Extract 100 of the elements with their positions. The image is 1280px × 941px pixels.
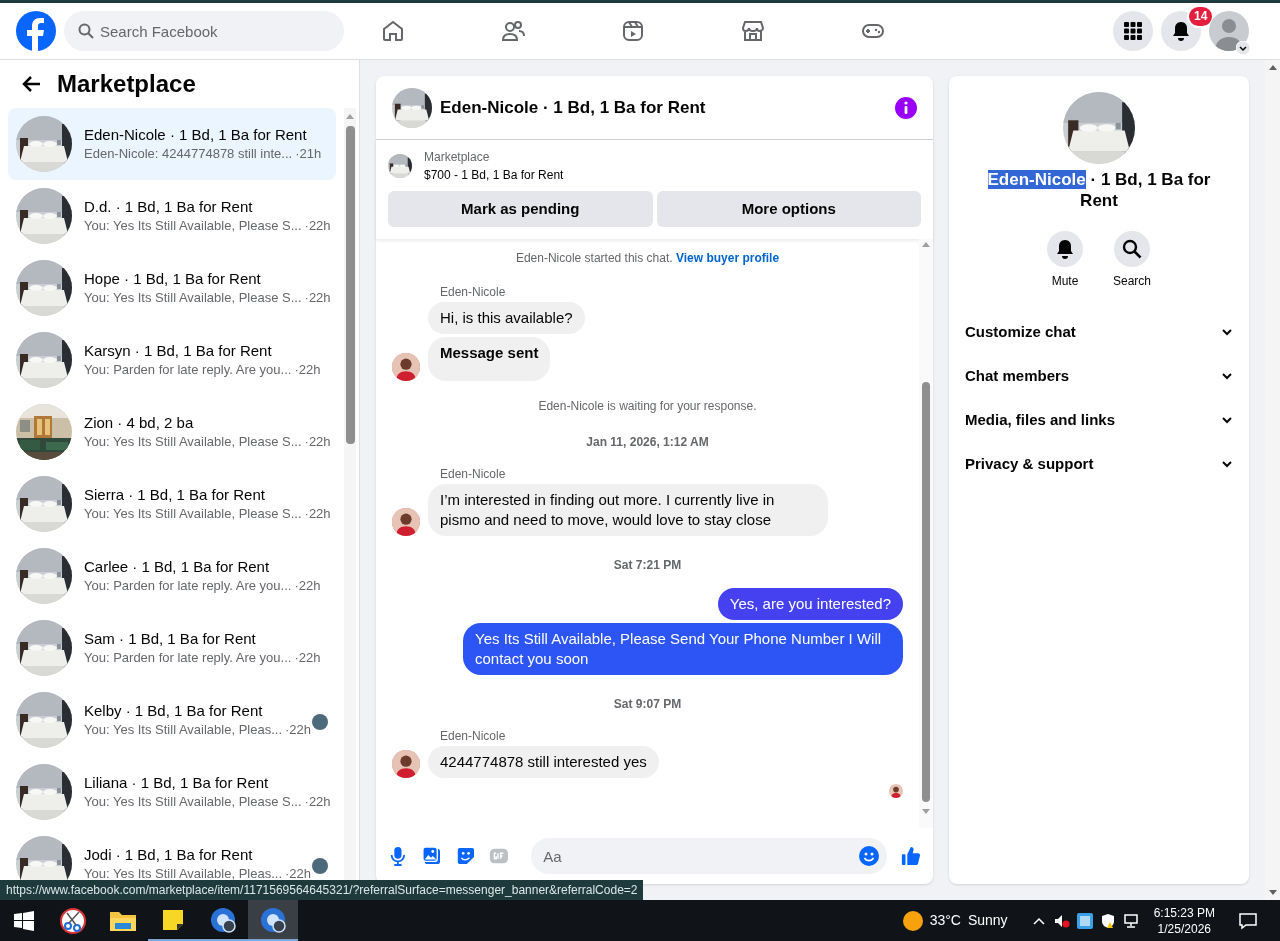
network-icon[interactable] xyxy=(1122,912,1139,929)
message-time: ·21h xyxy=(295,145,322,163)
conversation-name: Carlee · 1 Bd, 1 Ba for Rent xyxy=(84,557,271,577)
scroll-down-icon[interactable] xyxy=(1269,890,1277,895)
conversation-item[interactable]: Karsyn · 1 Bd, 1 Ba for Rent You: Parden for late reply. Are you... ·22h xyxy=(8,324,336,396)
message-timestamp: Jan 11, 2026, 1:12 AM xyxy=(586,435,709,449)
message-time: ·22h xyxy=(304,217,331,235)
read-receipt-avatar xyxy=(889,784,903,798)
window-grid-icon xyxy=(14,910,34,931)
emoji-icon[interactable] xyxy=(859,846,880,866)
search-field[interactable]: Search Facebook xyxy=(64,11,344,51)
scroll-up-icon[interactable] xyxy=(1269,65,1277,70)
message-time: ·22h xyxy=(304,793,331,811)
action-label: Search xyxy=(1113,273,1151,290)
account-button[interactable] xyxy=(1209,11,1249,51)
message-bubble: Yes, are you interested? xyxy=(717,588,903,620)
scissors-icon xyxy=(59,906,87,935)
message-bubble: I’m interested in finding out more. I currently live in pismo and need to move, would love to stay close xyxy=(428,484,828,536)
conversation-item[interactable]: D.d. · 1 Bd, 1 Ba for Rent You: Yes Its Still Available, Please S... ·22h xyxy=(8,180,336,252)
message-time: ·22h xyxy=(294,361,321,379)
message-bubble: 4244774878 still interested yes xyxy=(428,746,659,778)
bell-icon xyxy=(1055,239,1075,259)
sun-icon xyxy=(902,910,923,931)
logo-icon[interactable] xyxy=(16,11,56,51)
section-row[interactable]: Media, files and links xyxy=(957,398,1241,442)
conversation-item[interactable]: Hope · 1 Bd, 1 Ba for Rent You: Yes Its Still Available, Please S... ·22h xyxy=(8,252,336,324)
conversation-name: Jodi · 1 Bd, 1 Ba for Rent xyxy=(84,845,254,865)
chat-title: Eden-Nicole · 1 Bd, 1 Ba for Rent xyxy=(440,96,706,119)
bell-icon xyxy=(1171,21,1191,41)
microphone-icon[interactable] xyxy=(388,845,408,867)
app-tray-icon[interactable] xyxy=(1076,912,1093,929)
message-time: ·22h xyxy=(285,865,312,883)
conversation-item[interactable]: Sierra · 1 Bd, 1 Ba for Rent You: Yes Its Still Available, Please S... ·22h xyxy=(8,468,336,540)
menu-button[interactable] xyxy=(1113,11,1153,51)
scrollbar-thumb[interactable] xyxy=(922,382,930,802)
chevron-down-icon xyxy=(1221,370,1233,382)
sender-name: Eden-Nicole xyxy=(440,285,507,299)
message-preview: You: Parden for late reply. Are you... xyxy=(84,577,292,595)
temperature: 33°C xyxy=(929,911,961,930)
conversation-name: Sam · 1 Bd, 1 Ba for Rent xyxy=(84,629,257,649)
browser-icon xyxy=(259,905,287,934)
conversation-item[interactable]: Carlee · 1 Bd, 1 Ba for Rent You: Parden for late reply. Are you... ·22h xyxy=(8,540,336,612)
search-button[interactable] xyxy=(1114,231,1150,267)
message-bubble: Hi, is this available? xyxy=(428,302,585,334)
caret-icon[interactable] xyxy=(1236,41,1250,55)
conversation-name: Karsyn · 1 Bd, 1 Ba for Rent xyxy=(84,341,273,361)
message-preview: You: Yes Its Still Available, Please S... xyxy=(84,505,302,523)
section-label: Privacy & support xyxy=(965,453,1094,474)
section-label: Chat members xyxy=(965,365,1070,386)
conversation-item[interactable]: Kelby · 1 Bd, 1 Ba for Rent You: Yes Its Still Available, Pleas... ·22h xyxy=(8,684,336,756)
notification-icon[interactable] xyxy=(1238,910,1258,931)
conversation-name: Zion · 4 bd, 2 ba xyxy=(84,413,195,433)
sender-name: Eden-Nicole xyxy=(440,729,507,743)
message-preview: You: Yes Its Still Available, Please S... xyxy=(84,289,302,307)
conversation-item[interactable]: Zion · 4 bd, 2 ba You: Yes Its Still Available, Please S... ·22h xyxy=(8,396,336,468)
message-time: ·22h xyxy=(294,577,321,595)
section-row[interactable]: Privacy & support xyxy=(957,442,1241,486)
sidebar-title: Marketplace xyxy=(57,69,196,99)
browser-icon xyxy=(209,905,237,934)
conversation-item[interactable]: Sam · 1 Bd, 1 Ba for Rent You: Parden for late reply. Are you... ·22h xyxy=(8,612,336,684)
message-time: ·22h xyxy=(285,721,312,739)
message-timestamp: Sat 9:07 PM xyxy=(613,697,682,711)
bell-button[interactable] xyxy=(1047,231,1083,267)
listing-title: Eden-Nicole · 1 Bd, 1 Ba for Rent xyxy=(986,169,1212,211)
message-preview: You: Yes Its Still Available, Pleas... xyxy=(84,865,283,883)
scrollbar-thumb[interactable] xyxy=(346,126,355,444)
search-icon xyxy=(1122,239,1142,259)
action-button[interactable]: Mark as pending xyxy=(388,191,653,227)
section-row[interactable]: Chat members xyxy=(957,354,1241,398)
conversation-item[interactable]: Eden-Nicole · 1 Bd, 1 Ba for Rent Eden-Nicole: 4244774878 still inte... ·21h xyxy=(8,108,336,180)
conversation-name: Hope · 1 Bd, 1 Ba for Rent xyxy=(84,269,262,289)
message-time: ·22h xyxy=(304,289,331,307)
chevron-down-icon xyxy=(1221,458,1233,470)
info-icon[interactable] xyxy=(895,96,917,119)
image-icon[interactable] xyxy=(421,845,442,867)
message-time: ·22h xyxy=(304,433,331,451)
section-row[interactable]: Customize chat xyxy=(957,310,1241,354)
url-tooltip: https://www.facebook.com/marketplace/item/1171569564645321/?referralSurface=messenger_banner&referralCode=2 xyxy=(0,880,644,900)
message-time: ·22h xyxy=(304,505,331,523)
action-button[interactable]: More options xyxy=(656,191,921,227)
message-preview: You: Yes Its Still Available, Please S... xyxy=(84,217,302,235)
conversation-name: Liliana · 1 Bd, 1 Ba for Rent xyxy=(84,773,270,793)
conversation-name: Kelby · 1 Bd, 1 Ba for Rent xyxy=(84,701,264,721)
clock-date: 1/25/2026 xyxy=(1157,920,1211,937)
shield-icon[interactable] xyxy=(1099,912,1116,929)
sticker-icon[interactable] xyxy=(455,845,476,867)
search-icon xyxy=(78,23,94,39)
back-arrow-icon[interactable] xyxy=(22,74,42,94)
conversation-item[interactable]: Liliana · 1 Bd, 1 Ba for Rent You: Yes Its Still Available, Please S... ·22h xyxy=(8,756,336,828)
conversation-name: Eden-Nicole · 1 Bd, 1 Ba for Rent xyxy=(84,125,308,145)
buyer-profile-link[interactable]: View buyer profile xyxy=(675,251,780,265)
message-time: ·22h xyxy=(294,649,321,667)
message-field[interactable]: Aa xyxy=(531,838,888,874)
taskbar-app[interactable] xyxy=(248,900,298,941)
message-bubble: Yes Its Still Available, Please Send Your Phone Number I Will contact you soon xyxy=(463,623,903,675)
message-preview: You: Parden for late reply. Are you... xyxy=(84,649,292,667)
clock-time: 6:15:23 PM xyxy=(1153,904,1215,921)
thumbs-up-icon[interactable] xyxy=(901,845,921,867)
chevron-down-icon xyxy=(1221,414,1233,426)
section-label: Customize chat xyxy=(965,321,1076,342)
